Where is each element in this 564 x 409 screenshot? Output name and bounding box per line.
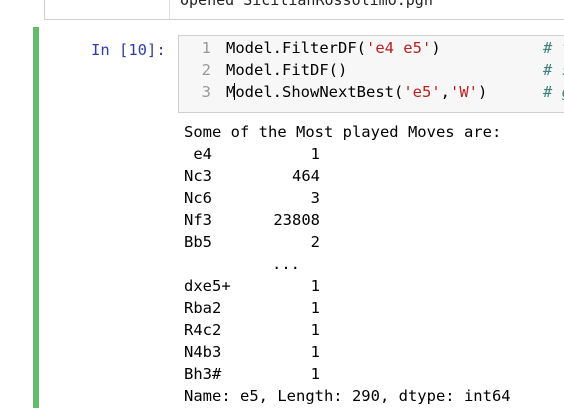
move-count: 1 [310,145,320,163]
code-token: odel.ShowNextBest( [235,83,404,101]
output-footer: Name: e5, Length: 290, dtype: int64 [184,387,511,405]
code-line[interactable]: 2 Model.FitDF() # s [179,61,564,84]
move-count: 1 [310,365,320,383]
output-ellipsis: ... [272,255,300,273]
line-number: 3 [201,83,211,101]
move-label: Bb5 [184,233,212,251]
code-token: Model.FilterDF( [226,39,366,57]
code-token: ) [431,39,441,57]
string-literal: 'e4 e5' [365,39,432,57]
code-comment: # g [543,83,564,101]
move-label: N4b3 [184,343,222,361]
code-token: Model.FitDF() [226,61,348,79]
string-literal: 'W' [450,83,478,101]
move-count: 1 [310,299,320,317]
code-comment: # s [543,61,564,79]
cell-prompt: In [10]: [91,41,166,59]
code-text[interactable]: Model.FilterDF('e4 e5') [226,39,441,57]
move-label: Rba2 [184,299,222,317]
code-cell-selected[interactable]: In [10]: 1 Model.FilterDF('e4 e5') # f 2 Mod… [33,27,564,408]
code-line[interactable]: 1 Model.FilterDF('e4 e5') # f [179,39,564,62]
previous-output-area: Opened SicilianRossolimo.pgn [169,0,433,19]
code-text[interactable]: Model.ShowNextBest('e5','W') [226,83,487,101]
move-count: 2 [310,233,320,251]
code-token: , [440,83,450,101]
move-count: 1 [310,321,320,339]
move-count: 23808 [273,211,320,229]
previous-cell-output: Opened SicilianRossolimo.pgn [44,0,564,20]
code-comment: # f [543,39,564,57]
move-label: Nf3 [184,211,212,229]
line-number: 2 [201,61,211,79]
output-header: Some of the Most played Moves are: [184,123,502,141]
code-text[interactable]: Model.FitDF() [226,61,347,79]
previous-output-text: Opened SicilianRossolimo.pgn [180,0,433,9]
code-token: ) [478,83,488,101]
move-count: 1 [310,343,320,361]
move-count: 1 [310,277,320,295]
move-label: dxe5+ [184,277,231,295]
code-line[interactable]: 3 Model.ShowNextBest('e5','W') # g [179,83,564,106]
move-label: e4 [184,145,212,163]
move-label: Bh3# [184,365,222,383]
move-label: Nc3 [184,167,212,185]
string-literal: 'e5' [403,83,441,101]
line-number: 1 [201,39,211,57]
move-count: 464 [292,167,320,185]
move-count: 3 [310,189,320,207]
move-label: Nc6 [184,189,212,207]
move-label: R4c2 [184,321,222,339]
code-editor[interactable]: 1 Model.FilterDF('e4 e5') # f 2 Model.FitDF(… [178,35,564,113]
